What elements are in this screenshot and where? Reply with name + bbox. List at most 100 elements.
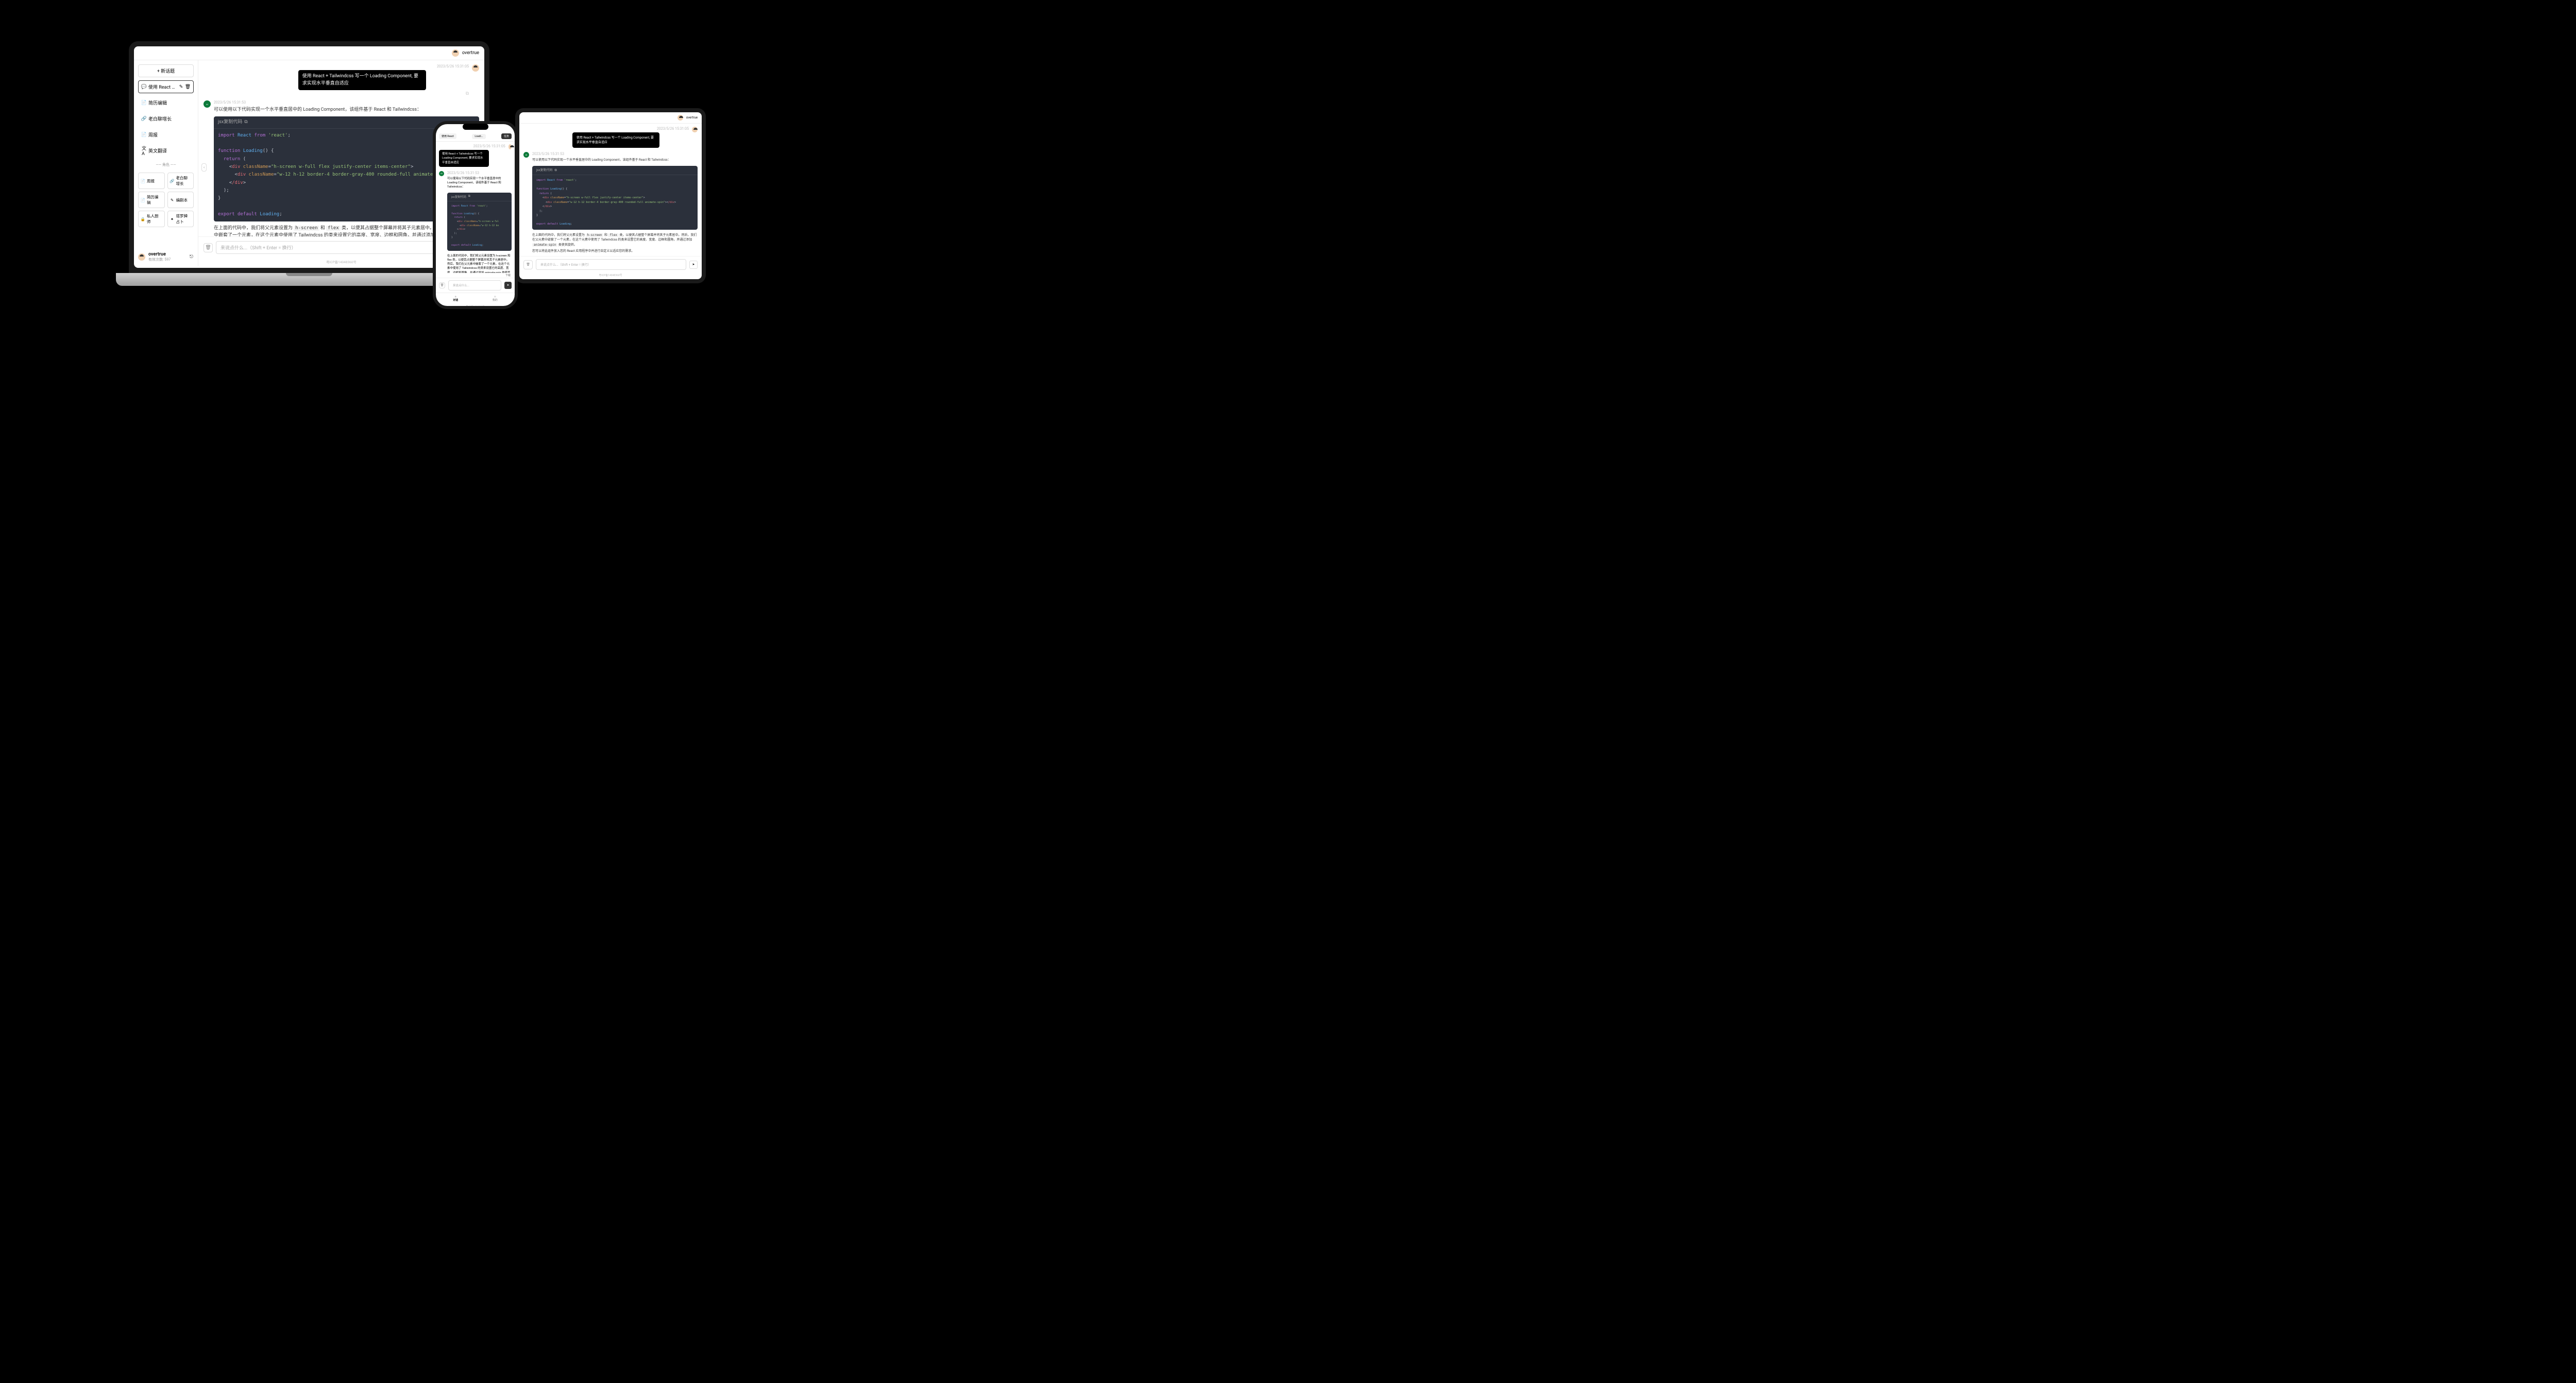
bot-avatar-icon: AI [204, 100, 211, 108]
role-chip[interactable]: ✎编剧本 [167, 192, 194, 208]
icp-footer: 粤ICP备14048360号 [519, 272, 702, 279]
doc-icon: 📄 [141, 198, 145, 202]
code-lang: jsx复制代码 [218, 118, 242, 126]
delete-icon[interactable]: 🗑 [185, 84, 190, 89]
role-chip[interactable]: 🔒私人厨师 [138, 211, 165, 227]
user-message: 2023/5/26 15:31:05 使用 React + Tailwindcs… [523, 127, 698, 148]
bot-p3: 您可以将此组件放入您的 React 应用程序中并进行自定义以适应您的需求。 [532, 249, 698, 254]
bot-p2: 在上面的代码中，我们将父元素设置为 h-screen 和 flex 类，以便其占… [447, 254, 512, 273]
nav-chat[interactable]: ⌂ 对话 [436, 293, 476, 304]
code-block: jsx复制代码 ⧉ import React from 'react'; fun… [447, 193, 512, 251]
username-label: overtrue [686, 116, 698, 119]
user-avatar-icon [472, 64, 479, 72]
link-icon: 🔗 [142, 116, 146, 121]
role-chip[interactable]: 🔗老白聊增长 [167, 173, 194, 189]
bot-avatar-icon: AI [439, 171, 444, 176]
clear-button[interactable]: 🗑 [439, 282, 445, 288]
bot-intro: 可以使用以下代码实现一个水平垂直居中的 Loading Component，该组… [447, 177, 512, 190]
phone-input-row: 🗑 来说点什么... ➤ [436, 278, 515, 293]
doc-icon: 📄 [142, 132, 146, 137]
role-grid: 📄周报 🔗老白聊增长 📄简历编辑 ✎编剧本 🔒私人厨师 ✦塔罗牌占卜 [138, 173, 194, 227]
user-avatar-icon [509, 144, 512, 149]
user-bubble: 使用 React + Tailwindcss 写一个 Loading Compo… [439, 150, 489, 167]
icp-footer: 粤ICP备14048360号 [436, 304, 515, 306]
sidebar: + 新话题 💬 使用 React + Tailwi... ✎ 🗑 📄 简历编辑 … [134, 60, 198, 266]
topic-label: 英文翻译 [148, 147, 167, 154]
logout-icon[interactable]: ⎋ [189, 255, 194, 260]
sidebar-collapse-button[interactable]: ‹ [201, 163, 207, 172]
topic-item[interactable]: 📄 简历编辑 [138, 96, 194, 109]
topic-label: 使用 React + Tailwi... [148, 83, 177, 90]
doc-icon: 📄 [142, 100, 146, 105]
user-bubble: 使用 React + Tailwindcss 写一个 Loading Compo… [572, 132, 660, 148]
role-chip[interactable]: 📄简历编辑 [138, 192, 165, 208]
bot-message: AI 2023/5/26 15:31:53 可以使用以下代码实现一个水平垂直居中… [523, 152, 698, 254]
link-icon: 🔗 [170, 179, 175, 183]
user-avatar-icon [692, 127, 698, 132]
username-label: overtrue [462, 50, 479, 56]
bot-intro: 可以使用以下代码实现一个水平垂直居中的 Loading Component，该组… [214, 106, 479, 113]
user-avatar[interactable] [138, 253, 145, 261]
sidebar-footer: overtrue 有效次数: 597 ⎋ [138, 249, 194, 262]
phone-device: 使用 React Loadi... 任务 2023/5/26 15:31:05 … [433, 121, 518, 309]
code-body[interactable]: import React from 'react'; function Load… [532, 175, 698, 230]
tab-left[interactable]: 使用 React [439, 133, 456, 139]
bot-timestamp: 2023/5/26 15:31:53 [532, 152, 698, 156]
topic-label: 简历编辑 [148, 99, 167, 106]
bottom-nav: ⌂ 对话 ☺ 我的 [436, 293, 515, 304]
edit-icon[interactable]: ✎ [179, 84, 183, 89]
tablet-header: overtrue [519, 112, 702, 124]
topic-item[interactable]: 文A 英文翻译 [138, 144, 194, 157]
phone-chat-scroll[interactable]: 2023/5/26 15:31:05 使用 React + Tailwindcs… [436, 142, 515, 273]
download-link[interactable]: 下载 [436, 273, 515, 278]
tablet-device: overtrue 2023/5/26 15:31:05 使用 React + T… [515, 108, 706, 283]
topic-item[interactable]: 📄 周报 [138, 128, 194, 141]
user-avatar[interactable] [677, 115, 683, 121]
chat-icon: 💬 [142, 84, 146, 89]
user-bubble: 使用 React + Tailwindcss 写一个 Loading Compo… [298, 70, 426, 90]
bot-avatar-icon: AI [523, 152, 529, 158]
message-input[interactable]: 来说点什么...（Shift + Enter = 换行） [536, 259, 686, 270]
tablet-chat-scroll[interactable]: 2023/5/26 15:31:05 使用 React + Tailwindcs… [519, 124, 702, 256]
copy-icon[interactable]: ⧉ [466, 91, 469, 96]
copy-code-icon[interactable]: ⧉ [468, 195, 470, 198]
bot-timestamp: 2023/5/26 15:31:53 [214, 100, 479, 105]
message-input[interactable]: 来说点什么... [448, 280, 501, 291]
phone-app: 使用 React Loadi... 任务 2023/5/26 15:31:05 … [436, 124, 515, 306]
user-timestamp: 2023/5/26 15:31:05 [439, 144, 505, 148]
app-header: overtrue [134, 46, 484, 60]
user-avatar[interactable] [452, 49, 459, 57]
lang-icon: 文A [142, 148, 146, 153]
task-badge[interactable]: 任务 [501, 133, 512, 139]
clear-button[interactable]: 🗑 [204, 243, 213, 252]
star-icon: ✦ [170, 217, 175, 221]
bot-p2: 在上面的代码中，我们将父元素设置为 h-screen 和 flex 类，以便其占… [532, 233, 698, 248]
tab-right[interactable]: Loadi... [472, 134, 485, 139]
lock-icon: 🔒 [141, 217, 145, 221]
send-button[interactable]: ➤ [504, 282, 512, 289]
bot-timestamp: 2023/5/26 15:31:53 [447, 171, 512, 175]
dynamic-island [463, 124, 488, 130]
nav-me[interactable]: ☺ 我的 [476, 293, 515, 304]
new-topic-button[interactable]: + 新话题 [138, 64, 194, 77]
user-message: 2023/5/26 15:31:05 使用 React + Tailwindcs… [204, 64, 479, 96]
code-body[interactable]: import React from 'react'; function Load… [447, 201, 512, 251]
topic-item[interactable]: 🔗 老白聊增长 [138, 112, 194, 125]
bot-message: AI 2023/5/26 15:31:53 可以使用以下代码实现一个水平垂直居中… [439, 171, 512, 273]
roles-section-label: —— 角色 —— [138, 162, 194, 167]
doc-icon: 📄 [141, 179, 145, 183]
edit-icon: ✎ [170, 198, 175, 202]
clear-button[interactable]: 🗑 [523, 260, 533, 269]
copy-code-icon[interactable]: ⧉ [244, 118, 247, 126]
footer-credits: 有效次数: 597 [148, 257, 186, 262]
role-chip[interactable]: ✦塔罗牌占卜 [167, 211, 194, 227]
role-chip[interactable]: 📄周报 [138, 173, 165, 189]
user-timestamp: 2023/5/26 15:31:05 [572, 127, 689, 131]
topic-item-active[interactable]: 💬 使用 React + Tailwi... ✎ 🗑 [138, 80, 194, 93]
copy-code-icon[interactable]: ⧉ [555, 168, 557, 173]
tablet-app: overtrue 2023/5/26 15:31:05 使用 React + T… [519, 112, 702, 279]
laptop-notch [289, 41, 330, 46]
topic-label: 老白聊增长 [148, 115, 172, 122]
user-timestamp: 2023/5/26 15:31:05 [298, 64, 469, 69]
send-button[interactable]: ➤ [689, 261, 698, 269]
